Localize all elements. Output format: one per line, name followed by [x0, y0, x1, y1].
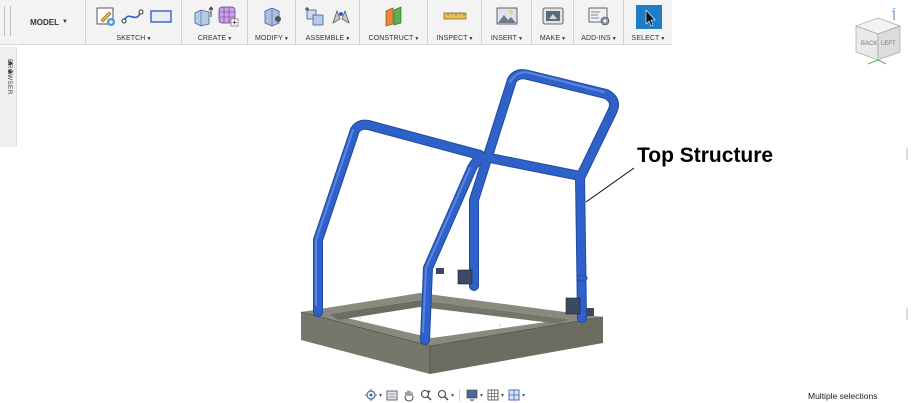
display-settings-tool[interactable]: ▾ — [465, 388, 483, 402]
look-at-icon — [386, 390, 398, 401]
zoom-icon — [420, 389, 432, 401]
viewcube-left-label: LEFT — [881, 41, 896, 47]
viewcube[interactable]: BACK LEFT Z — [846, 8, 908, 66]
viewports-icon — [508, 389, 520, 401]
selection-status: Multiple selections — [808, 391, 878, 401]
display-settings-icon — [466, 389, 478, 401]
pan-icon — [404, 390, 414, 402]
callout-leader — [585, 167, 635, 203]
fit-tool[interactable]: ▾ — [436, 388, 454, 402]
grid-settings-icon — [487, 389, 499, 401]
concrete-base — [300, 293, 604, 374]
orbit-icon — [365, 389, 377, 401]
pan-tool[interactable] — [402, 388, 416, 402]
top-structure-annotation: Top Structure — [637, 144, 774, 167]
z-axis-label: Z — [892, 8, 895, 14]
viewcube-back-label: BACK — [861, 41, 877, 47]
viewport-canvas[interactable] — [0, 0, 913, 403]
navigation-bar: ▾ ▾ ▾ ▾ ▾ — [364, 387, 525, 403]
look-at-tool[interactable] — [385, 388, 399, 402]
zoom-tool[interactable] — [419, 388, 433, 402]
fit-icon — [437, 389, 449, 401]
viewports-tool[interactable]: ▾ — [507, 388, 525, 402]
grid-settings-tool[interactable]: ▾ — [486, 388, 504, 402]
pipe-top-arch — [470, 70, 618, 290]
orbit-tool[interactable]: ▾ — [364, 388, 382, 402]
